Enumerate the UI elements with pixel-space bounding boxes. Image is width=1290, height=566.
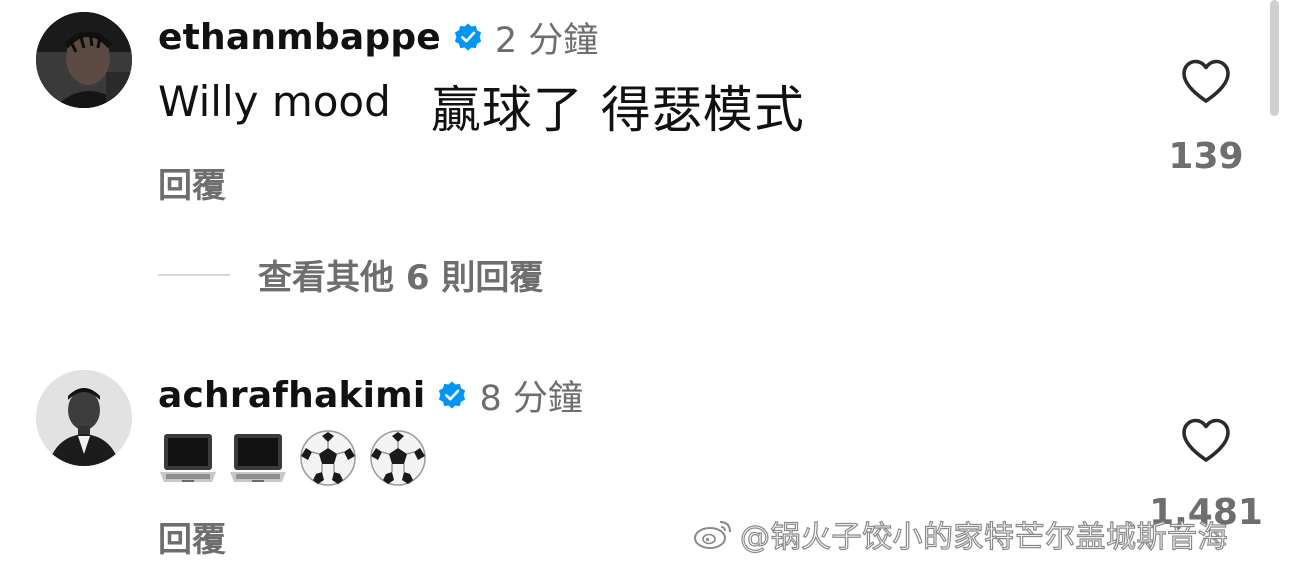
watermark: @锅火子饺小的家特芒尔盖城斯音海 [692, 512, 1228, 556]
comment-body: Willy mood 贏球了 得瑟模式 [158, 76, 805, 140]
comment-body [158, 426, 428, 488]
soccer-ball-emoji [298, 426, 358, 488]
username[interactable]: achrafhakimi [158, 375, 425, 416]
comment-item: ethanmbappe 2 分鐘 Willy mood 贏球了 得瑟模式 回覆 … [0, 0, 1290, 298]
comment-text: Willy mood [158, 77, 391, 126]
reply-button[interactable]: 回覆 [158, 158, 226, 207]
username[interactable]: ethanmbappe [158, 17, 441, 58]
laptop-emoji [158, 426, 218, 488]
view-replies-button[interactable]: 查看其他 6 則回覆 [158, 250, 543, 299]
laptop-emoji [228, 426, 288, 488]
comment-text-caption: 贏球了 得瑟模式 [430, 81, 805, 139]
watermark-text: @锅火子饺小的家特芒尔盖城斯音海 [739, 519, 1228, 555]
view-replies-label: 查看其他 6 則回覆 [258, 258, 544, 298]
verified-badge-icon [453, 22, 483, 52]
reply-button[interactable]: 回覆 [158, 512, 226, 561]
verified-badge-icon [437, 380, 467, 410]
heart-outline-icon[interactable] [1180, 58, 1232, 104]
avatar[interactable] [36, 12, 132, 108]
timestamp: 8 分鐘 [479, 378, 583, 419]
heart-outline-icon[interactable] [1180, 417, 1232, 463]
soccer-ball-emoji [368, 426, 428, 488]
weibo-logo-icon [692, 516, 736, 552]
like-count: 139 [1168, 136, 1244, 177]
timestamp: 2 分鐘 [494, 20, 599, 61]
divider [158, 273, 230, 276]
avatar[interactable] [36, 370, 132, 466]
